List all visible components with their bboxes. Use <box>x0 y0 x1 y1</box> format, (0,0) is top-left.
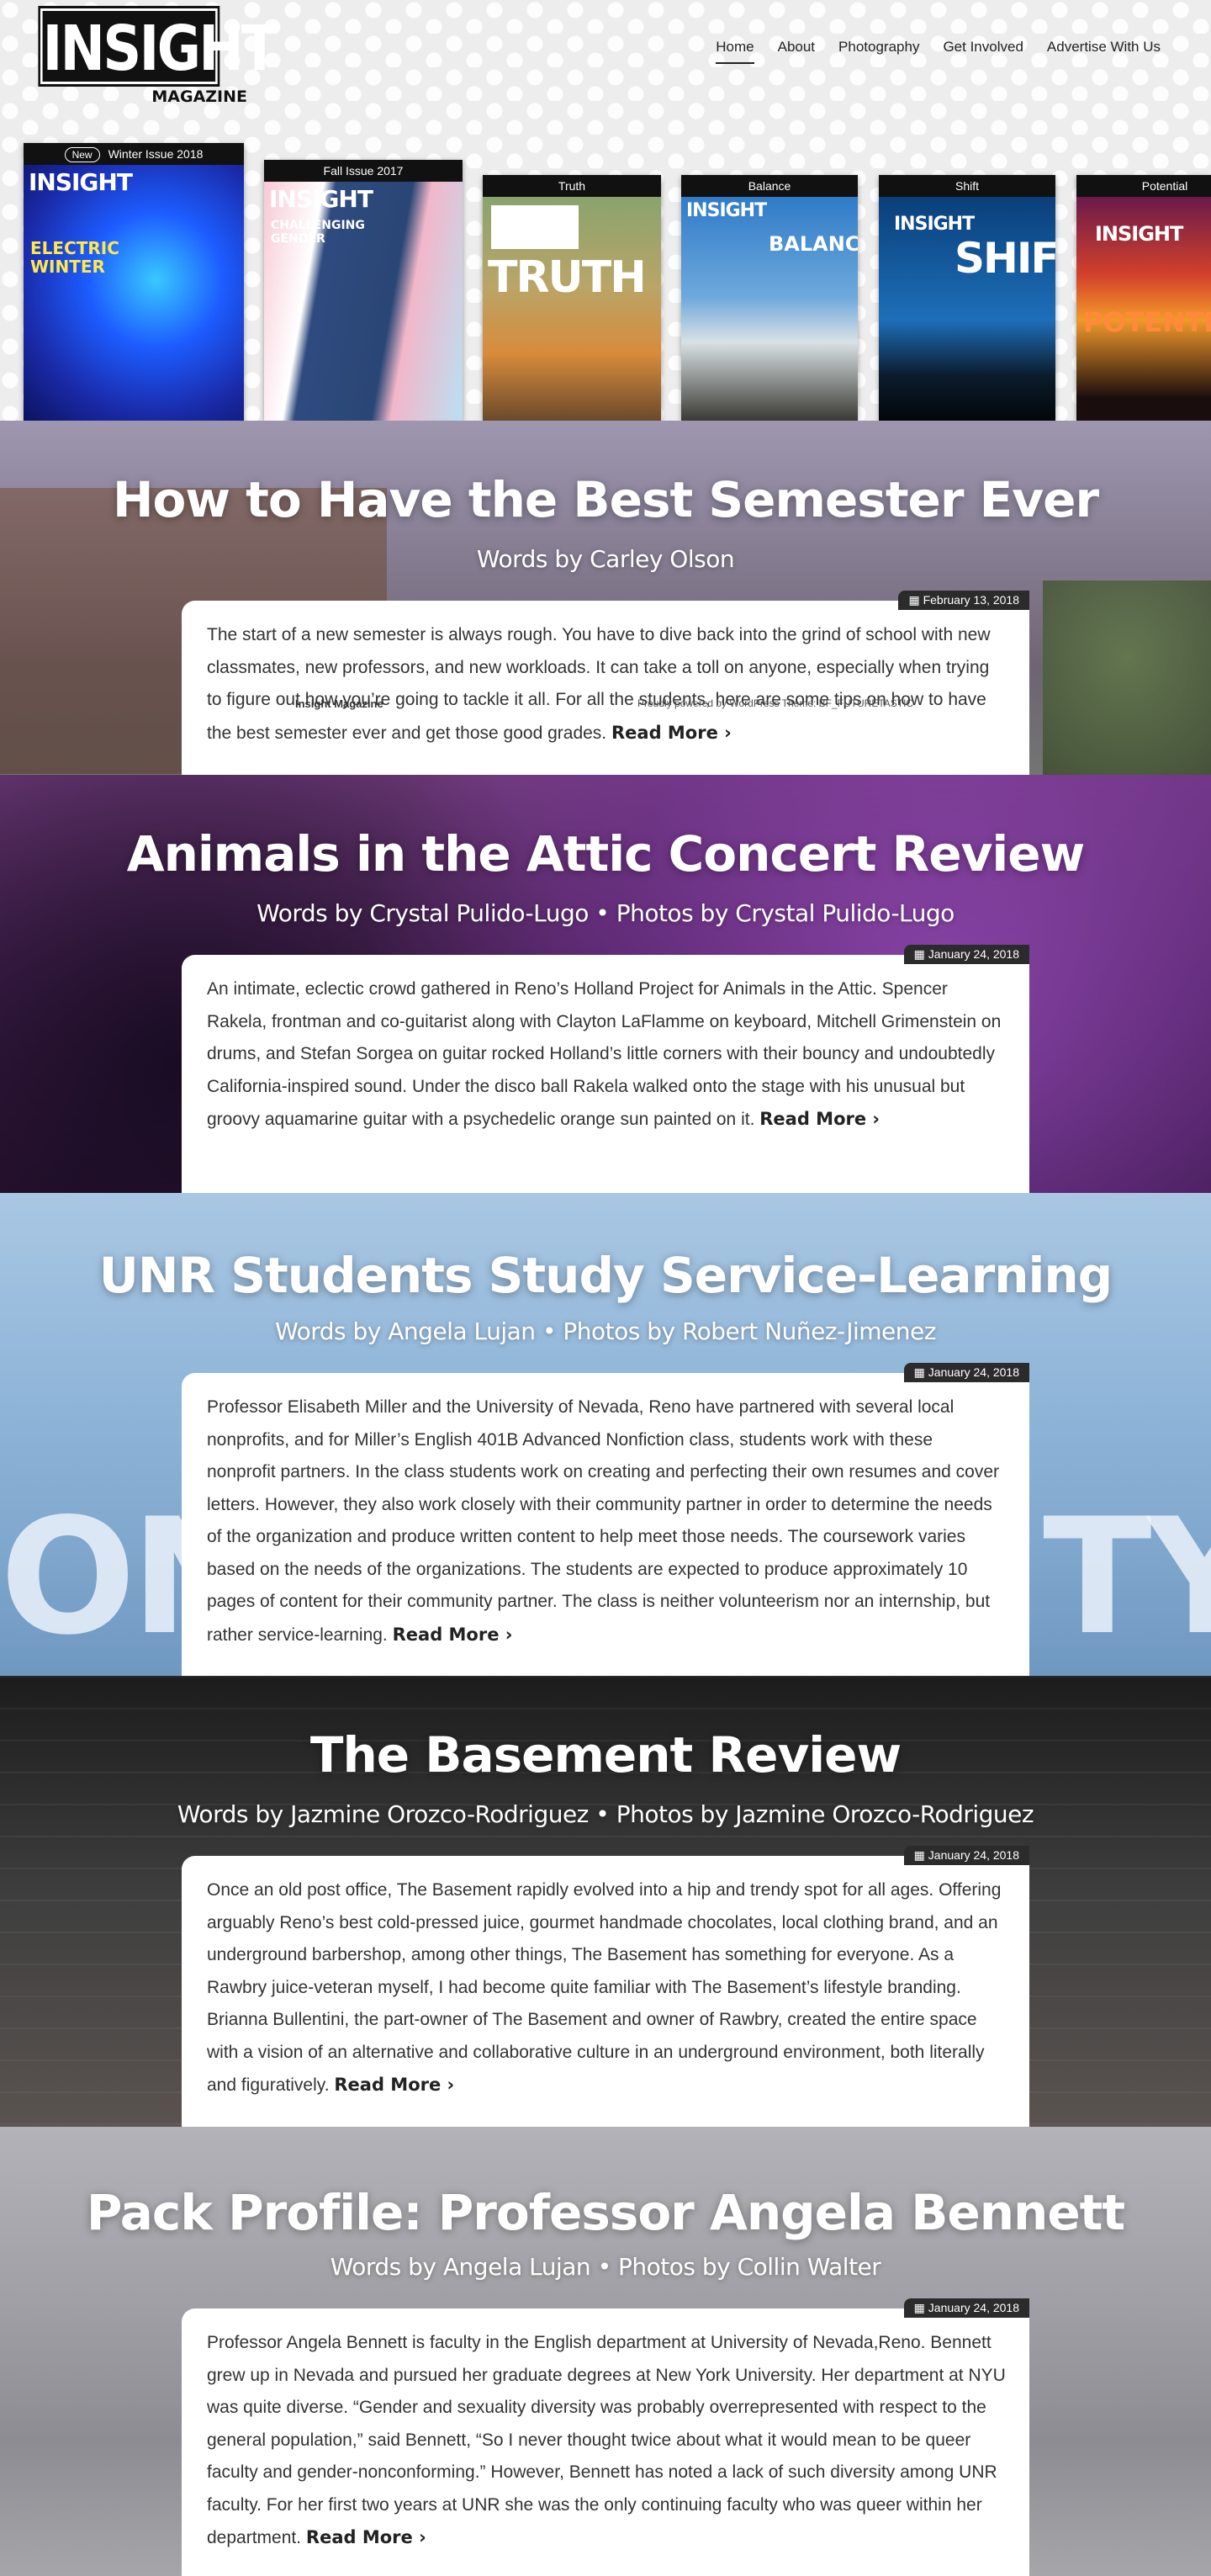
cover-headline: BALANCE <box>769 232 858 256</box>
calendar-icon: ▦ <box>908 593 920 607</box>
post-title[interactable]: The Basement Review <box>0 1726 1211 1784</box>
cover-image: TRUTH <box>483 197 661 421</box>
read-more-link[interactable]: Read More › <box>759 1109 880 1129</box>
nav-about[interactable]: About <box>778 39 815 64</box>
post-title[interactable]: Animals in the Attic Concert Review <box>0 825 1211 883</box>
cover-headline: CHALLENGING GENDER <box>271 219 365 246</box>
nav-advertise[interactable]: Advertise With Us <box>1047 39 1161 64</box>
issue-title-text: Winter Issue 2018 <box>108 147 204 161</box>
post-byline: Words by Jazmine Orozco-Rodriguez • Phot… <box>177 1800 1034 1828</box>
issue-title: Potential <box>1076 175 1211 197</box>
background-trees <box>1043 580 1211 775</box>
post-excerpt: Professor Elisabeth Miller and the Unive… <box>207 1391 1006 1651</box>
logo-subtitle: MAGAZINE <box>151 87 247 106</box>
issue-title: Balance <box>681 175 858 197</box>
site-footer: Insight Magazine Proudly powered by Word… <box>182 697 1029 711</box>
post-title[interactable]: Pack Profile: Professor Angela Bennett <box>0 2184 1211 2241</box>
cover-image: INSIGHT POTENTIA <box>1076 197 1211 421</box>
post-title[interactable]: How to Have the Best Semester Ever <box>0 471 1211 528</box>
calendar-icon: ▦ <box>913 1848 925 1862</box>
issue-cover-winter-2018[interactable]: New Winter Issue 2018 INSIGHT ELECTRIC WI… <box>24 143 244 421</box>
post-excerpt: Professor Angela Bennett is faculty in t… <box>207 2327 1006 2555</box>
cover-headline: POTENTIA <box>1083 306 1211 338</box>
new-badge: New <box>64 147 100 162</box>
post-date: ▦ January 24, 2018 <box>903 1846 1029 1865</box>
post-byline: Words by Angela Lujan • Photos by Collin… <box>330 2253 881 2281</box>
post-excerpt-text: Professor Angela Bennett is faculty in t… <box>207 2333 1006 2547</box>
post-date-text: January 24, 2018 <box>928 2301 1019 2314</box>
post-animals-attic: Animals in the Attic Concert Review Word… <box>0 775 1211 1193</box>
issue-cover-balance[interactable]: Balance INSIGHT BALANCE <box>681 175 858 421</box>
post-date-text: February 13, 2018 <box>923 593 1019 607</box>
nav-photography[interactable]: Photography <box>838 39 919 64</box>
cover-logo: INSIGHT <box>894 214 975 235</box>
nav-get-involved[interactable]: Get Involved <box>943 39 1023 64</box>
issue-title: Truth <box>483 175 661 197</box>
main-nav: Home About Photography Get Involved Adve… <box>716 39 1161 64</box>
cover-image: INSIGHT BALANCE <box>681 197 858 421</box>
cover-logo: INSIGHT <box>29 168 133 196</box>
post-service-learning: ON TY UNR Students Study Service-Learnin… <box>0 1193 1211 1676</box>
calendar-icon: ▦ <box>913 947 925 961</box>
post-card: ▦ January 24, 2018 Professor Angela Benn… <box>182 2298 1029 2576</box>
read-more-link[interactable]: Read More › <box>393 1625 513 1645</box>
site-logo[interactable]: INSIGHT MAGAZINE <box>40 8 278 106</box>
issue-title: New Winter Issue 2018 <box>24 143 244 165</box>
cover-headline: ELECTRIC WINTER <box>30 238 119 277</box>
issue-cover-fall-2017[interactable]: Fall Issue 2017 INSIGHT CHALLENGING GEND… <box>264 160 463 421</box>
post-date-text: January 24, 2018 <box>928 1848 1019 1862</box>
read-more-link[interactable]: Read More › <box>306 2527 426 2547</box>
post-card: ▦ January 24, 2018 An intimate, eclectic… <box>182 945 1029 1193</box>
cover-logo: INSIGHT <box>269 185 373 213</box>
cover-white-box <box>491 205 579 249</box>
cover-logo: INSIGHT <box>686 200 767 221</box>
post-date: ▦ February 13, 2018 <box>898 591 1029 610</box>
post-date-text: January 24, 2018 <box>928 1365 1019 1379</box>
cover-image: INSIGHT CHALLENGING GENDER <box>264 182 463 421</box>
post-byline: Words by Crystal Pulido-Lugo • Photos by… <box>256 899 955 927</box>
post-excerpt: An intimate, eclectic crowd gathered in … <box>207 973 1006 1137</box>
post-excerpt-text: Professor Elisabeth Miller and the Unive… <box>207 1397 1000 1645</box>
issue-title: Fall Issue 2017 <box>264 160 463 182</box>
post-card: ▦ January 24, 2018 Once an old post offi… <box>182 1846 1029 2127</box>
cover-headline: SHIFT <box>955 234 1055 283</box>
site-header: INSIGHT MAGAZINE Home About Photography … <box>0 0 1211 421</box>
footer-site-name[interactable]: Insight Magazine <box>295 697 383 710</box>
post-byline: Words by Carley Olson <box>476 545 735 573</box>
post-title[interactable]: UNR Students Study Service-Learning <box>0 1247 1211 1304</box>
cover-image: INSIGHT SHIFT <box>879 197 1055 421</box>
cover-headline: TRUTH <box>488 252 647 303</box>
issue-title: Shift <box>879 175 1055 197</box>
cover-image: INSIGHT ELECTRIC WINTER <box>24 165 244 421</box>
logo-wordmark: INSIGHT <box>40 8 278 85</box>
post-excerpt-text: An intimate, eclectic crowd gathered in … <box>207 979 1002 1129</box>
post-card: ▦ January 24, 2018 Professor Elisabeth M… <box>182 1363 1029 1676</box>
calendar-icon: ▦ <box>913 2301 925 2314</box>
post-excerpt-text: The start of a new semester is always ro… <box>207 625 991 743</box>
footer-credit: Proudly powered by WordPress Theme: BF_F… <box>637 697 914 709</box>
issue-cover-truth[interactable]: Truth TRUTH <box>483 175 661 421</box>
issue-cover-shift[interactable]: Shift INSIGHT SHIFT <box>879 175 1055 421</box>
calendar-icon: ▦ <box>913 1365 925 1379</box>
post-date: ▦ January 24, 2018 <box>903 945 1029 964</box>
issue-cover-potential[interactable]: Potential INSIGHT POTENTIA <box>1076 175 1211 421</box>
post-best-semester: How to Have the Best Semester Ever Words… <box>0 421 1211 775</box>
read-more-link[interactable]: Read More › <box>611 723 732 743</box>
background-lettering-right: TY <box>1043 1484 1211 1670</box>
post-excerpt: Once an old post office, The Basement ra… <box>207 1874 1006 2102</box>
post-excerpt-text: Once an old post office, The Basement ra… <box>207 1880 1002 2095</box>
post-card: ▦ February 13, 2018 The start of a new s… <box>182 591 1029 775</box>
cover-logo: INSIGHT <box>1095 222 1183 246</box>
post-basement-review: The Basement Review Words by Jazmine Oro… <box>0 1676 1211 2127</box>
read-more-link[interactable]: Read More › <box>334 2075 454 2095</box>
post-excerpt: The start of a new semester is always ro… <box>207 619 1006 750</box>
post-date: ▦ January 24, 2018 <box>903 2298 1029 2318</box>
post-date-text: January 24, 2018 <box>928 947 1019 961</box>
nav-home[interactable]: Home <box>716 39 754 64</box>
post-byline: Words by Angela Lujan • Photos by Robert… <box>275 1317 936 1345</box>
post-date: ▦ January 24, 2018 <box>903 1363 1029 1382</box>
post-pack-profile: Pack Profile: Professor Angela Bennett W… <box>0 2127 1211 2576</box>
